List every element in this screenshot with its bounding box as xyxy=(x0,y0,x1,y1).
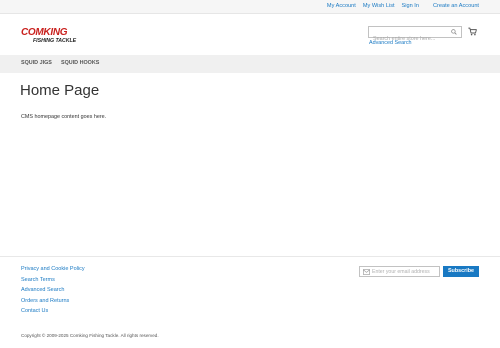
footer-link-privacy[interactable]: Privacy and Cookie Policy xyxy=(21,266,85,277)
footer-link-advanced-search[interactable]: Advanced Search xyxy=(21,287,85,298)
footer-links: Privacy and Cookie Policy Search Terms A… xyxy=(21,266,85,319)
header-links: My Account My Wish List Sign In Create a… xyxy=(320,3,479,9)
advanced-search-link[interactable]: Advanced Search xyxy=(369,40,412,46)
footer-link-contact[interactable]: Contact Us xyxy=(21,308,85,319)
page-title: Home Page xyxy=(20,82,100,99)
subscribe-button[interactable]: Subscribe xyxy=(443,266,479,277)
newsletter-field xyxy=(359,266,440,277)
footer-divider xyxy=(0,256,500,257)
envelope-icon xyxy=(363,269,370,275)
search-icon[interactable] xyxy=(451,29,457,35)
search-box xyxy=(368,26,462,44)
store-logo[interactable]: COMKING FISHING TACKLE xyxy=(21,28,81,46)
newsletter-email-input[interactable] xyxy=(372,268,438,276)
create-account-link[interactable]: Create an Account xyxy=(433,3,479,9)
footer-link-search-terms[interactable]: Search Terms xyxy=(21,277,85,288)
cms-content: CMS homepage content goes here. xyxy=(21,114,107,120)
footer-link-orders-returns[interactable]: Orders and Returns xyxy=(21,298,85,309)
cart-icon[interactable] xyxy=(468,27,477,36)
copyright-text: Copyright © 2009-2025 Comking Fishing Ta… xyxy=(21,333,159,338)
wish-list-link[interactable]: My Wish List xyxy=(363,3,395,9)
logo-line-2: FISHING TACKLE xyxy=(33,38,77,44)
main-navigation: SQUID JIGS SQUID HOOKS xyxy=(0,55,500,73)
logo-line-1: COMKING xyxy=(21,27,68,38)
top-bar: My Account My Wish List Sign In Create a… xyxy=(0,0,500,14)
nav-item-squid-jigs[interactable]: SQUID JIGS xyxy=(21,60,52,66)
nav-item-squid-hooks[interactable]: SQUID HOOKS xyxy=(61,60,99,66)
my-account-link[interactable]: My Account xyxy=(327,3,356,9)
sign-in-link[interactable]: Sign In xyxy=(402,3,419,9)
